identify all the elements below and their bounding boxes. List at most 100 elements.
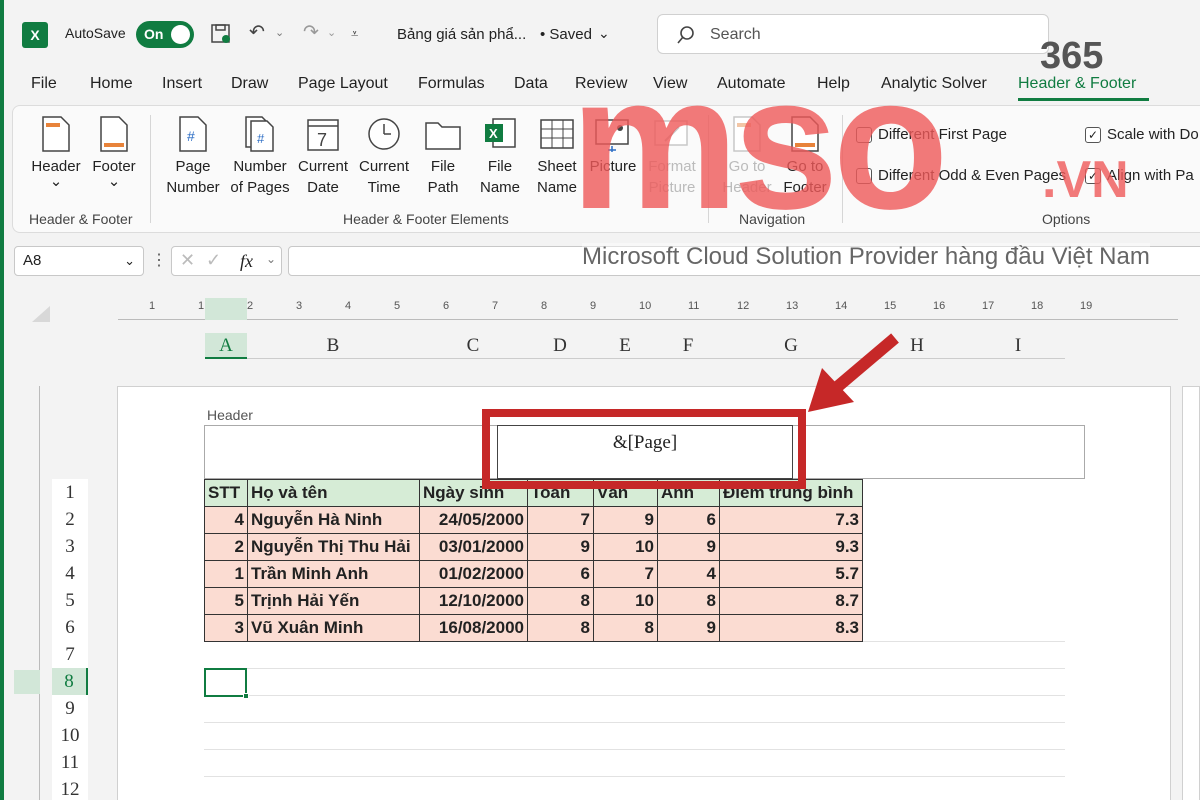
undo-icon[interactable]: ↶ [246,22,268,44]
current-date-label-2: Date [307,179,339,196]
watermark-logo: mso [570,37,949,249]
table-cell[interactable]: 16/08/2000 [419,614,528,642]
header-stt[interactable]: STT [204,479,248,507]
number-of-pages-button[interactable]: # Number of Pages [229,112,291,198]
table-cell[interactable]: 1 [204,560,248,588]
fill-handle[interactable] [243,693,249,699]
table-cell[interactable]: 4 [657,560,720,588]
header-name[interactable]: Họ và tên [247,479,420,507]
table-cell[interactable]: 03/01/2000 [419,533,528,561]
column-header-f[interactable]: F [657,333,719,359]
row-header-6[interactable]: 6 [52,614,88,641]
table-cell[interactable]: 9 [527,533,594,561]
table-cell[interactable]: 2 [204,533,248,561]
scale-with-document-option[interactable]: ✓ Scale with Do [1085,126,1199,143]
table-cell[interactable]: 5 [204,587,248,615]
table-cell[interactable]: 3 [204,614,248,642]
save-icon[interactable] [210,23,232,45]
redo-icon[interactable]: ↷ [300,22,322,44]
autosave-toggle[interactable]: On [136,21,194,48]
enter-icon[interactable]: ✓ [206,250,221,271]
column-header-e[interactable]: E [593,333,657,359]
group-label-elements: Header & Footer Elements [343,211,509,227]
table-cell[interactable]: 8 [593,614,658,642]
page-number-button[interactable]: # Page Number [162,112,224,198]
tab-home[interactable]: Home [90,75,133,93]
customize-qat-icon[interactable]: ⩡ [351,26,358,42]
tab-data[interactable]: Data [514,75,548,93]
table-cell[interactable]: 7.3 [719,506,863,534]
table-cell[interactable]: 9 [657,533,720,561]
file-name[interactable]: Bảng giá sản phẩ... [397,26,526,43]
more-options-icon[interactable]: ⋮ [151,250,167,270]
table-cell[interactable]: Vũ Xuân Minh [247,614,420,642]
empty-grid-area[interactable] [204,641,1065,800]
tab-insert[interactable]: Insert [162,75,202,93]
table-cell[interactable]: 8 [527,587,594,615]
current-time-button[interactable]: Current Time [355,112,413,198]
row-header-4[interactable]: 4 [52,560,88,587]
table-cell[interactable]: 6 [527,560,594,588]
column-header-c[interactable]: C [419,333,527,359]
ruler-mark: 4 [345,300,352,312]
table-cell[interactable]: 24/05/2000 [419,506,528,534]
row-header-1[interactable]: 1 [52,479,88,506]
row-header-3[interactable]: 3 [52,533,88,560]
tab-draw[interactable]: Draw [231,75,268,93]
column-header-d[interactable]: D [527,333,593,359]
table-cell[interactable]: 01/02/2000 [419,560,528,588]
footer-button[interactable]: Footer ⌄ [88,112,140,189]
watermark-tagline: Microsoft Cloud Solution Provider hàng đ… [582,243,1150,271]
table-cell[interactable]: 8.3 [719,614,863,642]
row-header-7[interactable]: 7 [52,641,88,668]
table-cell[interactable]: 8 [527,614,594,642]
select-all-corner[interactable] [32,306,50,322]
current-date-button[interactable]: 7 Current Date [295,112,351,198]
name-box-dropdown-icon[interactable]: ⌄ [124,247,135,275]
table-cell[interactable]: 5.7 [719,560,863,588]
table-cell[interactable]: Trần Minh Anh [247,560,420,588]
table-cell[interactable]: Trịnh Hải Yến [247,587,420,615]
tab-page-layout[interactable]: Page Layout [298,75,388,93]
file-path-button[interactable]: File Path [420,112,466,198]
cancel-icon[interactable]: ✕ [180,250,195,271]
row-header-8[interactable]: 8 [52,668,88,695]
insert-function-icon[interactable]: fx [240,251,253,272]
name-box[interactable]: A8 ⌄ [14,246,144,276]
data-table[interactable]: STT Họ và tên Ngày sinh Toán Văn Anh Điể… [204,479,863,642]
row-header-5[interactable]: 5 [52,587,88,614]
table-cell[interactable]: 9.3 [719,533,863,561]
table-cell[interactable]: 9 [593,506,658,534]
row-header-11[interactable]: 11 [52,749,88,776]
selected-cell-a8[interactable] [204,668,249,699]
fx-dropdown-icon[interactable]: ⌄ [266,252,276,266]
table-cell[interactable]: 4 [204,506,248,534]
table-cell[interactable]: Nguyễn Thị Thu Hải [247,533,420,561]
tab-formulas[interactable]: Formulas [418,75,485,93]
table-cell[interactable]: 9 [657,614,720,642]
table-cell[interactable]: 10 [593,587,658,615]
table-cell[interactable]: 7 [593,560,658,588]
table-cell[interactable]: 10 [593,533,658,561]
table-cell[interactable]: 7 [527,506,594,534]
column-header-b[interactable]: B [247,333,419,359]
tab-file[interactable]: File [31,75,57,93]
table-cell[interactable]: 8 [657,587,720,615]
row-header-9[interactable]: 9 [52,695,88,722]
table-row: 3 Vũ Xuân Minh 16/08/2000 8 8 9 8.3 [204,614,863,642]
row-header-2[interactable]: 2 [52,506,88,533]
row-header-12[interactable]: 12 [52,776,88,800]
header-button[interactable]: Header ⌄ [25,112,87,189]
redo-dropdown-icon[interactable]: ⌄ [327,26,336,39]
table-cell[interactable]: 8.7 [719,587,863,615]
column-header-a[interactable]: A [205,333,247,359]
row-header-10[interactable]: 10 [52,722,88,749]
table-cell[interactable]: 12/10/2000 [419,587,528,615]
number-of-pages-label-2: of Pages [230,179,290,196]
file-name-button[interactable]: X File Name [476,112,524,198]
table-cell[interactable]: Nguyễn Hà Ninh [247,506,420,534]
scale-with-document-checkbox[interactable]: ✓ [1085,126,1101,143]
undo-dropdown-icon[interactable]: ⌄ [275,26,284,39]
column-header-i[interactable]: I [971,333,1065,359]
table-cell[interactable]: 6 [657,506,720,534]
